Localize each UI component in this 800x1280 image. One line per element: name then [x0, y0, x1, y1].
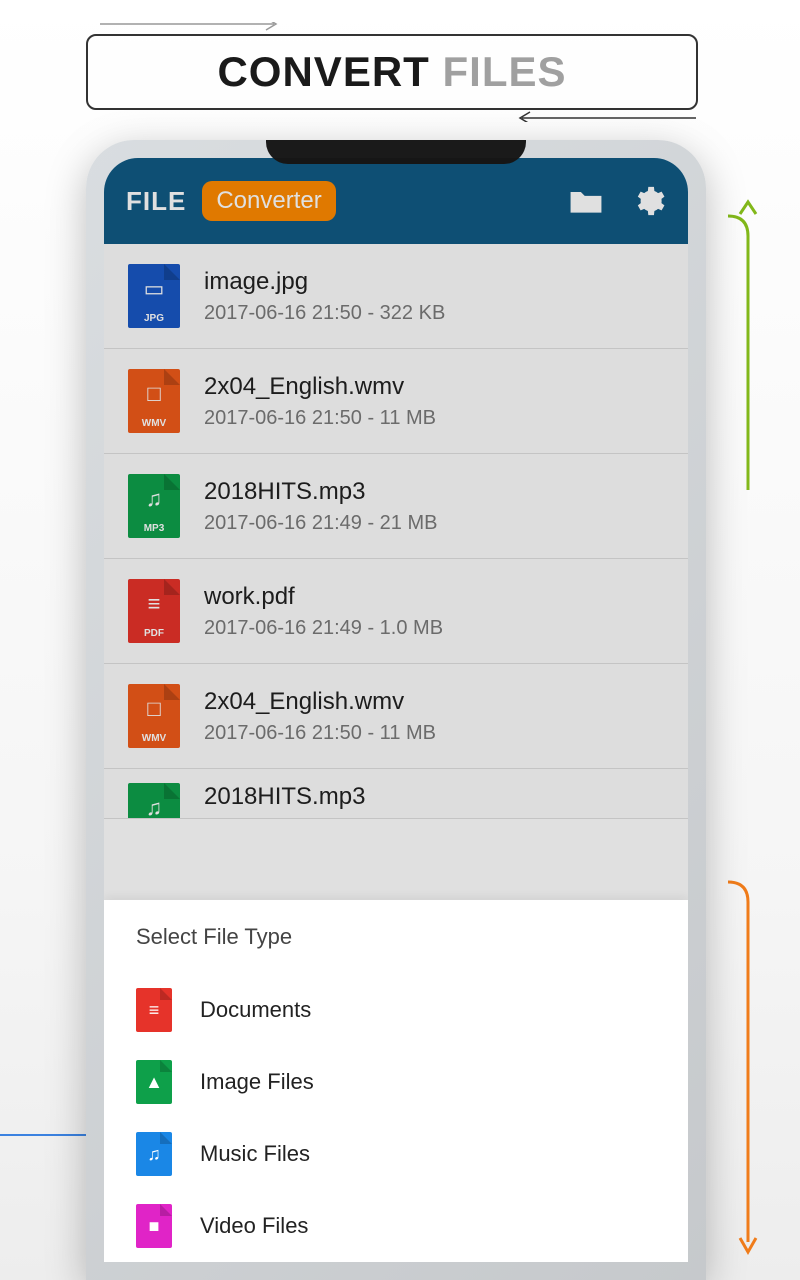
type-item[interactable]: ≡ Documents [136, 974, 656, 1046]
app-screen: FILE Converter ▭ JPG image.jpg 2017-06-1… [104, 158, 688, 1262]
file-item[interactable]: ≡ PDF work.pdf 2017-06-16 21:49 - 1.0 MB [104, 559, 688, 664]
file-type-icon: ♫ MP3 [128, 783, 180, 819]
file-item[interactable]: □ WMV 2x04_English.wmv 2017-06-16 21:50 … [104, 349, 688, 454]
file-meta: 2017-06-16 21:50 - 322 KB [204, 302, 664, 325]
app-title-file: FILE [126, 186, 186, 217]
type-label: Video Files [200, 1213, 308, 1239]
file-item[interactable]: □ WMV 2x04_English.wmv 2017-06-16 21:50 … [104, 664, 688, 769]
type-list: ≡ Documents ▲ Image Files ♫ Music Files … [136, 974, 656, 1262]
banner-word-convert: CONVERT [217, 48, 429, 95]
type-item[interactable]: ▲ Image Files [136, 1046, 656, 1118]
type-icon: ■ [136, 1204, 172, 1248]
file-info: 2x04_English.wmv 2017-06-16 21:50 - 11 M… [204, 373, 664, 430]
decor-arrow-top [100, 22, 280, 34]
gear-icon[interactable] [632, 184, 666, 218]
file-info: image.jpg 2017-06-16 21:50 - 322 KB [204, 268, 664, 325]
decor-arrow-bottom [516, 110, 696, 122]
banner-word-files: FILES [443, 48, 567, 95]
file-type-icon: □ WMV [128, 369, 180, 433]
phone-notch [266, 140, 526, 164]
app-title-converter: Converter [202, 181, 335, 221]
file-type-icon: ♫ MP3 [128, 474, 180, 538]
phone-frame: FILE Converter ▭ JPG image.jpg 2017-06-1… [86, 140, 706, 1280]
file-name: 2x04_English.wmv [204, 688, 664, 716]
file-type-icon: ≡ PDF [128, 579, 180, 643]
file-name: work.pdf [204, 583, 664, 611]
type-label: Music Files [200, 1141, 310, 1167]
type-label: Documents [200, 997, 311, 1023]
file-name: 2018HITS.mp3 [204, 478, 664, 506]
file-item[interactable]: ♫ MP3 2018HITS.mp3 [104, 769, 688, 819]
file-meta: 2017-06-16 21:49 - 1.0 MB [204, 617, 664, 640]
file-item[interactable]: ▭ JPG image.jpg 2017-06-16 21:50 - 322 K… [104, 244, 688, 349]
file-type-icon: □ WMV [128, 684, 180, 748]
file-meta: 2017-06-16 21:49 - 21 MB [204, 512, 664, 535]
file-name: image.jpg [204, 268, 664, 296]
type-label: Image Files [200, 1069, 314, 1095]
file-info: work.pdf 2017-06-16 21:49 - 1.0 MB [204, 583, 664, 640]
file-name: 2018HITS.mp3 [204, 783, 664, 811]
file-name: 2x04_English.wmv [204, 373, 664, 401]
decor-line-blue [0, 1134, 88, 1136]
title-banner: CONVERT FILES [86, 34, 698, 110]
side-arrow-orange [728, 862, 768, 1256]
bottom-sheet: Select File Type ≡ Documents ▲ Image Fil… [104, 900, 688, 1262]
type-icon: ▲ [136, 1060, 172, 1104]
file-list: ▭ JPG image.jpg 2017-06-16 21:50 - 322 K… [104, 244, 688, 819]
folder-icon[interactable] [568, 186, 604, 216]
file-type-icon: ▭ JPG [128, 264, 180, 328]
type-icon: ≡ [136, 988, 172, 1032]
type-item[interactable]: ♫ Music Files [136, 1118, 656, 1190]
app-header: FILE Converter [104, 158, 688, 244]
file-info: 2x04_English.wmv 2017-06-16 21:50 - 11 M… [204, 688, 664, 745]
file-info: 2018HITS.mp3 2017-06-16 21:49 - 21 MB [204, 478, 664, 535]
type-icon: ♫ [136, 1132, 172, 1176]
file-meta: 2017-06-16 21:50 - 11 MB [204, 722, 664, 745]
file-item[interactable]: ♫ MP3 2018HITS.mp3 2017-06-16 21:49 - 21… [104, 454, 688, 559]
type-item[interactable]: ■ Video Files [136, 1190, 656, 1262]
file-info: 2018HITS.mp3 [204, 783, 664, 817]
file-meta: 2017-06-16 21:50 - 11 MB [204, 407, 664, 430]
side-arrow-green [728, 196, 768, 490]
sheet-title: Select File Type [136, 924, 656, 950]
